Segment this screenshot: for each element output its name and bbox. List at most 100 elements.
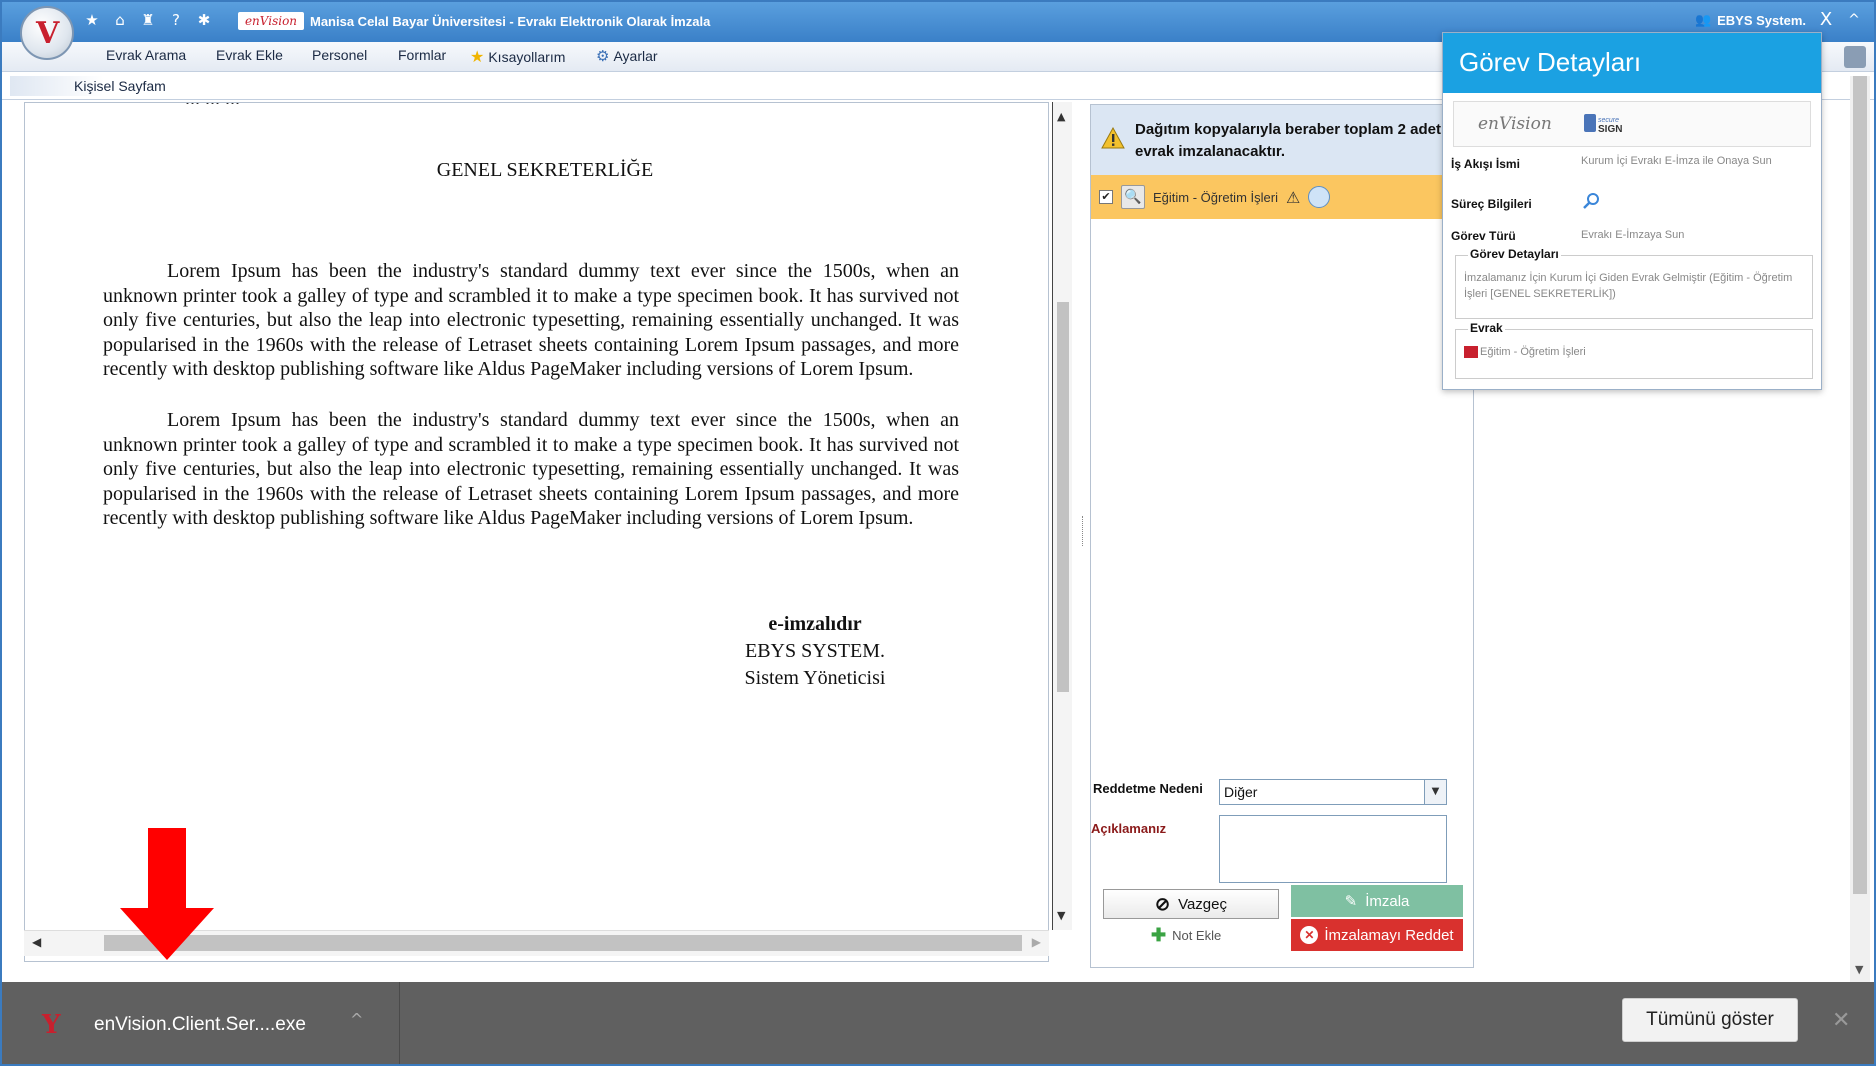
search-icon[interactable]	[1581, 191, 1601, 211]
secure-small-text: secure	[1598, 117, 1619, 124]
menu-item-evrak-ekle[interactable]: Evrak Ekle	[216, 47, 283, 63]
process-info-label: Süreç Bilgileri	[1451, 197, 1532, 211]
quick-access-toolbar: ★ ⌂ ♜ ? ✱	[82, 10, 214, 30]
app-logo-icon: V	[36, 16, 60, 51]
reject-reason-label: Reddetme Nedeni	[1093, 781, 1203, 796]
signature-status: e-imzalıdır	[768, 613, 862, 635]
task-details-group: Görev Detayları İmzalamanız İçin Kurum İ…	[1455, 247, 1813, 319]
reject-reason-select[interactable]: Diğer ▼	[1219, 779, 1447, 805]
preview-magnifier-icon[interactable]: 🔍	[1121, 185, 1145, 209]
star-icon: ★	[470, 49, 485, 66]
signature-name: EBYS SYSTEM.	[744, 640, 886, 662]
user-name: EBYS System.	[1717, 12, 1806, 28]
menu-item-formlar[interactable]: Formlar	[398, 47, 446, 63]
panel-splitter[interactable]	[1082, 516, 1086, 546]
envision-logo: enVision	[1478, 114, 1552, 134]
task-details-legend: Görev Detayları	[1468, 247, 1561, 261]
menu-item-label: Kısayollarım	[488, 49, 566, 65]
page-vertical-scrollbar[interactable]: ▼	[1850, 76, 1870, 982]
warning-icon	[1101, 127, 1125, 149]
popup-title: Görev Detayları	[1459, 47, 1642, 77]
document-cut-off-text: ... ... ...	[185, 103, 240, 110]
envision-file-icon: Y	[42, 1010, 61, 1040]
workflow-name-value: Kurum İçi Evrakı E-İmza ile Onaya Sun	[1581, 155, 1772, 167]
document-checkbox[interactable]: ✔	[1099, 190, 1113, 204]
signature-block: e-imzalıdır EBYS SYSTEM. Sistem Yönetici…	[665, 611, 965, 692]
scrollbar-thumb[interactable]	[1057, 302, 1069, 692]
breadcrumb-item-kisisel-sayfam[interactable]: Kişisel Sayfam	[10, 76, 166, 96]
puzzle-icon[interactable]: ✱	[194, 10, 214, 30]
home-icon[interactable]: ⌂	[110, 10, 130, 30]
cancel-button-label: Vazgeç	[1178, 895, 1227, 913]
menu-item-ayarlar[interactable]: ⚙ Ayarlar	[596, 47, 658, 65]
signing-panel: Dağıtım kopyalarıyla beraber toplam 2 ad…	[1090, 104, 1474, 968]
note-label: Açıklamanız	[1091, 821, 1167, 836]
help-icon[interactable]: ?	[166, 10, 186, 30]
document-page: ... ... ... GENEL SEKRETERLİĞE Lorem Ips…	[25, 103, 1048, 923]
scrollbar-thumb[interactable]	[104, 935, 1022, 951]
scroll-up-arrow-icon[interactable]: ▲	[1057, 110, 1065, 123]
collapse-ribbon-button[interactable]: ^	[1842, 8, 1866, 32]
show-all-downloads-button[interactable]: Tümünü göster	[1622, 998, 1798, 1042]
menu-item-label: Ayarlar	[613, 48, 658, 64]
chevron-up-icon[interactable]: ^	[350, 1010, 363, 1029]
document-icon	[1464, 346, 1478, 358]
reject-button-label: İmzalamayı Reddet	[1324, 926, 1454, 944]
user-icon[interactable]	[1308, 186, 1331, 208]
document-list-item[interactable]: ✔ 🔍 Eğitim - Öğretim İşleri ⚠	[1091, 175, 1473, 219]
scroll-down-arrow-icon[interactable]: ▼	[1057, 909, 1065, 922]
edit-pen-icon: ✎	[1344, 893, 1358, 910]
briefcase-icon[interactable]	[1844, 46, 1866, 68]
sign-button[interactable]: ✎ İmzala	[1291, 885, 1463, 917]
download-item[interactable]: Y enVision.Client.Ser....exe ^	[2, 982, 400, 1064]
menu-item-personel[interactable]: Personel	[312, 47, 367, 63]
document-link[interactable]: Eğitim - Öğretim İşleri	[1464, 346, 1586, 358]
popup-header: Görev Detayları	[1443, 33, 1821, 93]
add-note-button[interactable]: ✚ Not Ekle	[1151, 925, 1221, 946]
note-textarea[interactable]	[1219, 815, 1447, 883]
document-heading: GENEL SEKRETERLİĞE	[436, 159, 654, 181]
document-legend: Evrak	[1468, 321, 1505, 335]
application-window: ★ ⌂ ♜ ? ✱ enVision Manisa Celal Bayar Ün…	[0, 0, 1876, 1066]
menu-item-kisayollarim[interactable]: ★ Kısayollarım	[470, 47, 565, 67]
user-indicator[interactable]: 👥 EBYS System.	[1695, 12, 1806, 28]
chevron-down-icon[interactable]: ▼	[1424, 780, 1446, 804]
task-type-value: Evrakı E-İmzaya Sun	[1581, 229, 1685, 241]
warning-text: Dağıtım kopyalarıyla beraber toplam 2 ad…	[1135, 121, 1441, 160]
workflow-name-label: İş Akışı İsmi	[1451, 157, 1520, 171]
add-note-label: Not Ekle	[1172, 928, 1222, 943]
reject-reason-value: Diğer	[1224, 784, 1258, 800]
warning-message: Dağıtım kopyalarıyla beraber toplam 2 ad…	[1091, 105, 1473, 175]
task-details-popup: Görev Detayları enVision secure SIGN İş …	[1442, 32, 1822, 390]
user-icon: 👥	[1694, 12, 1712, 27]
download-bar: Y enVision.Client.Ser....exe ^ Tümünü gö…	[2, 982, 1874, 1064]
popup-logo-bar: enVision secure SIGN	[1453, 101, 1811, 147]
window-title: Manisa Celal Bayar Üniversitesi - Evrakı…	[310, 14, 711, 29]
scrollbar-thumb[interactable]	[1853, 76, 1867, 894]
cancel-button[interactable]: ⊘ Vazgeç	[1103, 889, 1279, 919]
menu-item-evrak-arama[interactable]: Evrak Arama	[106, 47, 186, 63]
sign-button-label: İmzala	[1365, 892, 1410, 910]
bell-icon[interactable]: ♜	[138, 10, 158, 30]
signature-role: Sistem Yöneticisi	[744, 667, 886, 689]
warning-icon: ⚠	[1285, 187, 1301, 207]
scroll-left-arrow-icon[interactable]: ◀	[32, 935, 41, 949]
document-paragraph: Lorem Ipsum has been the industry's stan…	[103, 260, 959, 381]
document-item-label: Eğitim - Öğretim İşleri	[1153, 189, 1278, 205]
document-group: Evrak Eğitim - Öğretim İşleri	[1455, 321, 1813, 379]
document-link-text: Eğitim - Öğretim İşleri	[1480, 346, 1586, 358]
download-file-name: enVision.Client.Ser....exe	[94, 1014, 306, 1035]
task-details-text: İmzalamanız İçin Kurum İçi Giden Evrak G…	[1464, 272, 1793, 300]
window-close-button[interactable]: X	[1814, 8, 1838, 32]
close-circle-icon: ✕	[1300, 926, 1319, 944]
document-vertical-scrollbar[interactable]: ▲ ▼	[1052, 102, 1072, 930]
secure-sign-text: SIGN	[1598, 124, 1622, 135]
scroll-right-arrow-icon[interactable]: ▶	[1032, 935, 1041, 949]
favorite-star-icon[interactable]: ★	[82, 10, 102, 30]
close-download-bar-icon[interactable]: ✕	[1832, 1008, 1850, 1033]
reject-sign-button[interactable]: ✕ İmzalamayı Reddet	[1291, 919, 1463, 951]
scroll-down-arrow-icon[interactable]: ▼	[1855, 963, 1863, 976]
app-menu-orb[interactable]: V	[20, 6, 74, 60]
plus-icon: ✚	[1151, 925, 1167, 945]
red-down-arrow-annotation	[120, 828, 214, 960]
